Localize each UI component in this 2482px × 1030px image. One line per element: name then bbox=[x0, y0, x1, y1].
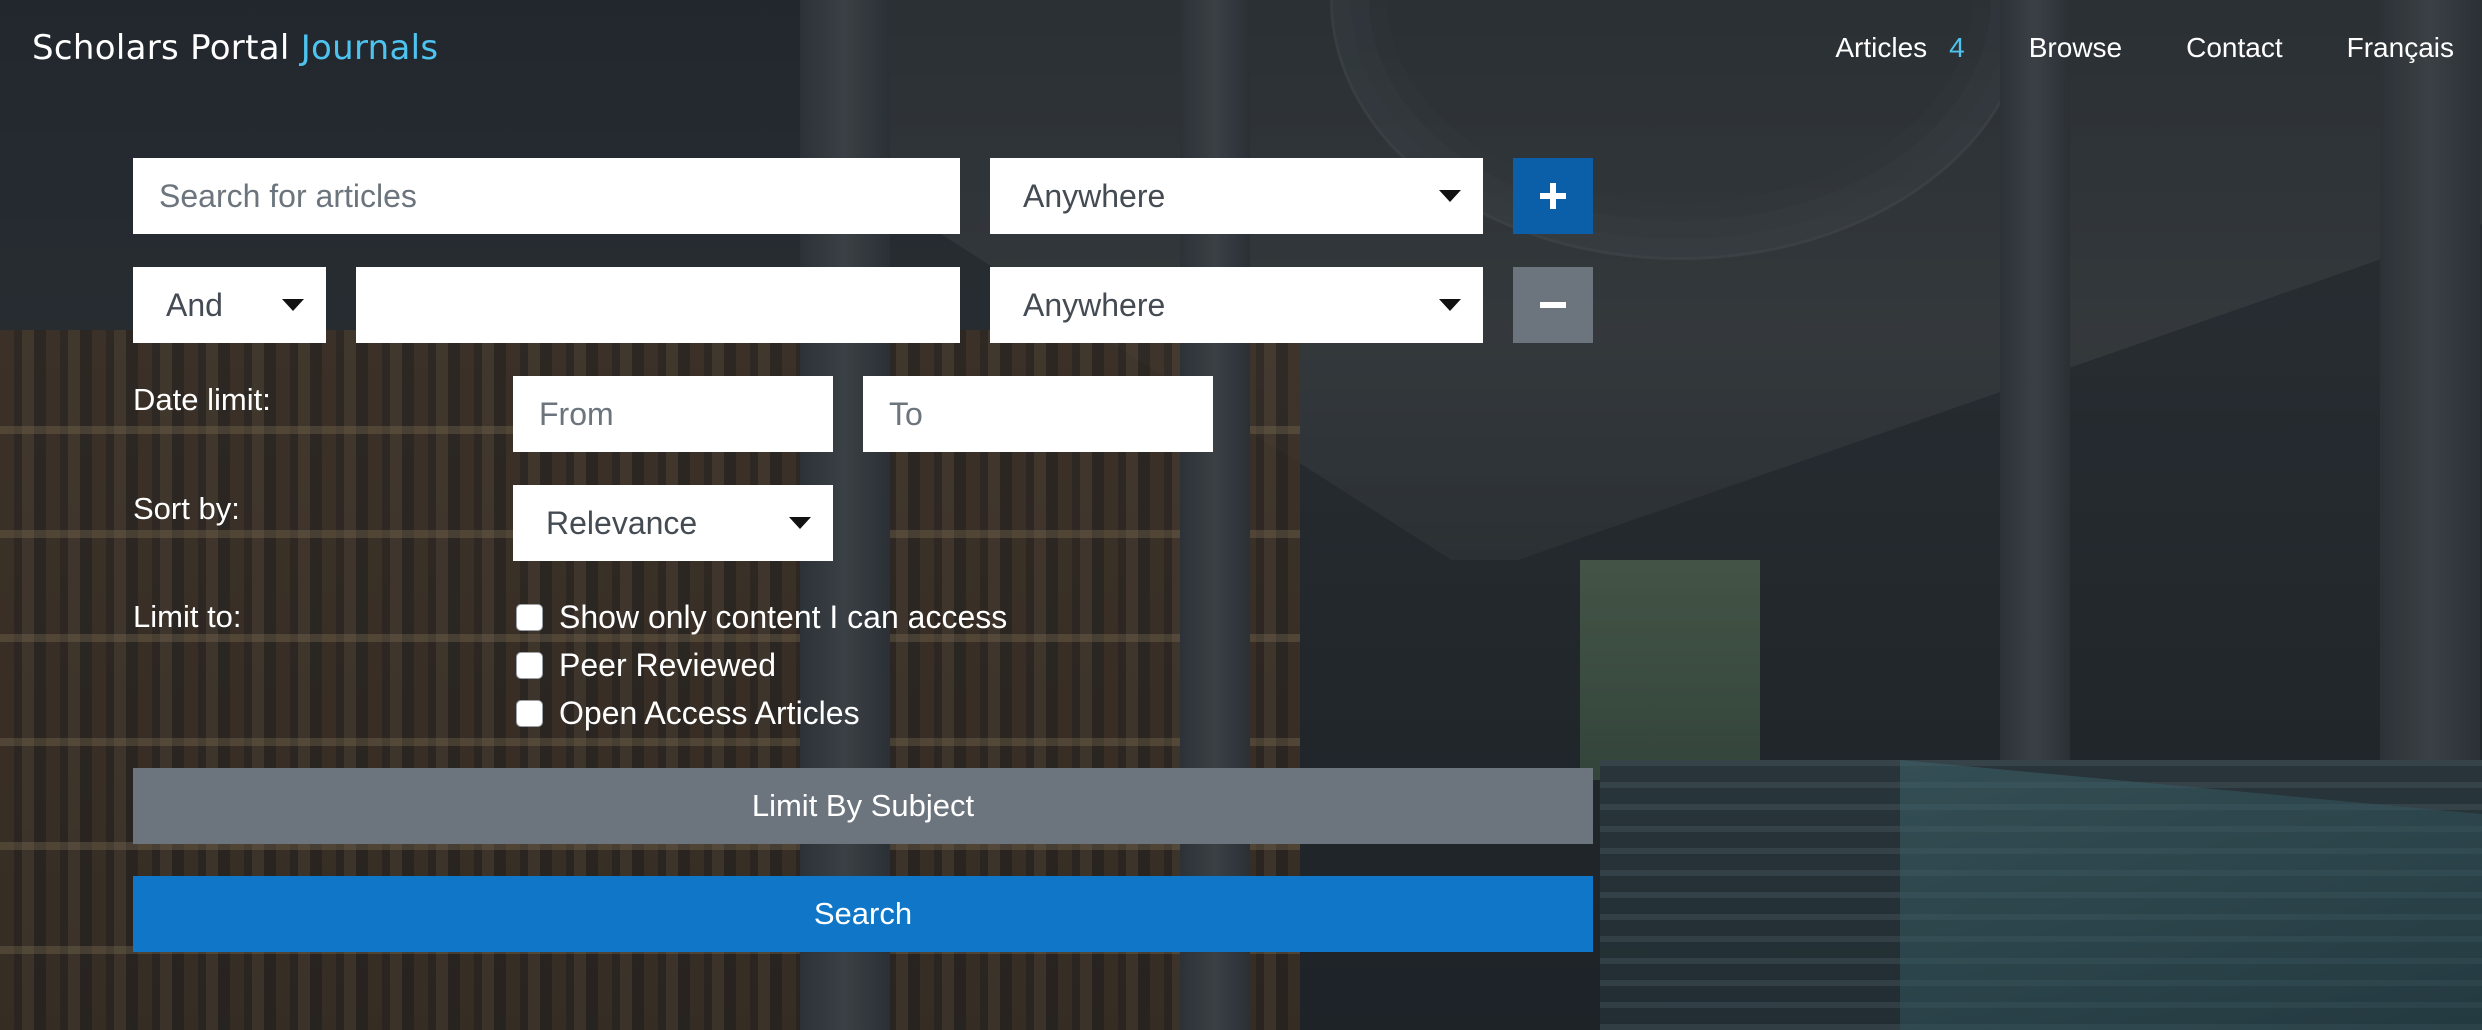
checkbox-box[interactable] bbox=[516, 699, 543, 727]
articles-count-badge: 4 bbox=[1949, 32, 1965, 63]
date-from-placeholder: From bbox=[539, 395, 614, 432]
nav-articles-label: Articles bbox=[1835, 32, 1928, 63]
search-button[interactable]: Search bbox=[133, 876, 1593, 952]
sort-select-value: Relevance bbox=[546, 504, 698, 541]
site-logo[interactable]: Scholars Portal Journals bbox=[32, 28, 438, 68]
search-input-2[interactable] bbox=[356, 267, 960, 343]
date-limit-label: Date limit: bbox=[133, 382, 271, 417]
limit-to-label: Limit to: bbox=[133, 599, 242, 634]
nav-articles-link[interactable]: Articles 4 bbox=[1835, 32, 1964, 64]
date-to-input[interactable]: To bbox=[863, 376, 1213, 452]
checkbox-box[interactable] bbox=[516, 651, 543, 679]
sort-by-label: Sort by: bbox=[133, 491, 240, 526]
field-select-2-value: Anywhere bbox=[1023, 286, 1166, 323]
search-input[interactable]: Search for articles bbox=[133, 158, 960, 234]
remove-row-button[interactable] bbox=[1513, 267, 1593, 343]
brand-name: Scholars Portal bbox=[32, 28, 290, 68]
caret-down-icon bbox=[789, 517, 811, 529]
brand-accent: Journals bbox=[300, 28, 439, 68]
field-select-2[interactable]: Anywhere bbox=[990, 267, 1483, 343]
caret-down-icon bbox=[1439, 190, 1461, 202]
checkbox-box[interactable] bbox=[516, 603, 543, 631]
minus-icon bbox=[1540, 302, 1566, 308]
limit-by-subject-button[interactable]: Limit By Subject bbox=[133, 768, 1593, 844]
operator-select[interactable]: And bbox=[133, 267, 326, 343]
search-input-placeholder: Search for articles bbox=[159, 177, 417, 214]
date-from-input[interactable]: From bbox=[513, 376, 833, 452]
caret-down-icon bbox=[282, 299, 304, 311]
field-select-1-value: Anywhere bbox=[1023, 177, 1166, 214]
open-access-checkbox[interactable]: Open Access Articles bbox=[516, 689, 1007, 737]
checkbox-label: Open Access Articles bbox=[559, 694, 860, 731]
checkbox-label: Show only content I can access bbox=[559, 598, 1008, 635]
operator-select-value: And bbox=[166, 286, 223, 323]
top-bar: Scholars Portal Journals Articles 4 Brows… bbox=[0, 0, 2482, 96]
access-only-checkbox[interactable]: Show only content I can access bbox=[516, 593, 1007, 641]
nav-contact-link[interactable]: Contact bbox=[2186, 32, 2283, 64]
limit-to-options: Show only content I can access Peer Revi… bbox=[516, 593, 1007, 737]
plus-icon bbox=[1540, 183, 1566, 209]
main-nav: Articles 4 Browse Contact Français bbox=[1835, 32, 2454, 64]
nav-language-link[interactable]: Français bbox=[2347, 32, 2454, 64]
field-select-1[interactable]: Anywhere bbox=[990, 158, 1483, 234]
caret-down-icon bbox=[1439, 299, 1461, 311]
add-row-button[interactable] bbox=[1513, 158, 1593, 234]
peer-reviewed-checkbox[interactable]: Peer Reviewed bbox=[516, 641, 1007, 689]
sort-select[interactable]: Relevance bbox=[513, 485, 833, 561]
checkbox-label: Peer Reviewed bbox=[559, 646, 776, 683]
nav-browse-link[interactable]: Browse bbox=[2029, 32, 2122, 64]
date-to-placeholder: To bbox=[889, 395, 923, 432]
